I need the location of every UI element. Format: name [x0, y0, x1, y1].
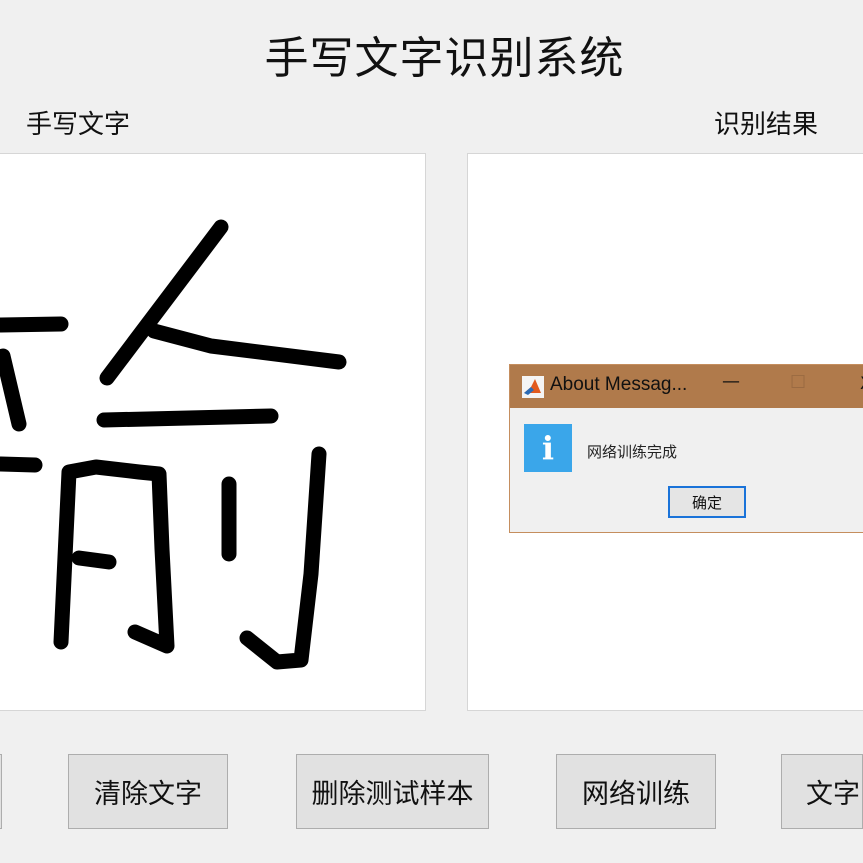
info-icon: i: [524, 424, 572, 472]
about-message-dialog: About Messag... — ☐ X i 网络训练完成 确定: [509, 364, 863, 533]
partial-left-button[interactable]: [0, 754, 2, 829]
minimize-icon[interactable]: —: [722, 371, 740, 392]
app-title: 手写文字识别系统: [264, 33, 625, 84]
train-network-button[interactable]: 网络训练: [556, 754, 716, 829]
recognize-text-button[interactable]: 文字: [781, 754, 863, 829]
matlab-icon: [522, 376, 544, 398]
ok-button[interactable]: 确定: [668, 486, 746, 518]
maximize-icon[interactable]: ☐: [790, 372, 806, 393]
dialog-title: About Messag...: [550, 374, 688, 395]
handwriting-canvas[interactable]: [0, 153, 426, 711]
handwriting-panel-label: 手写文字: [26, 110, 131, 140]
delete-test-samples-button[interactable]: 删除测试样本: [296, 754, 489, 829]
handwritten-strokes: [0, 219, 347, 670]
result-panel-label: 识别结果: [714, 110, 819, 140]
dialog-titlebar[interactable]: About Messag... — ☐ X: [510, 365, 863, 408]
clear-text-button[interactable]: 清除文字: [68, 754, 228, 829]
dialog-message: 网络训练完成: [587, 443, 678, 461]
